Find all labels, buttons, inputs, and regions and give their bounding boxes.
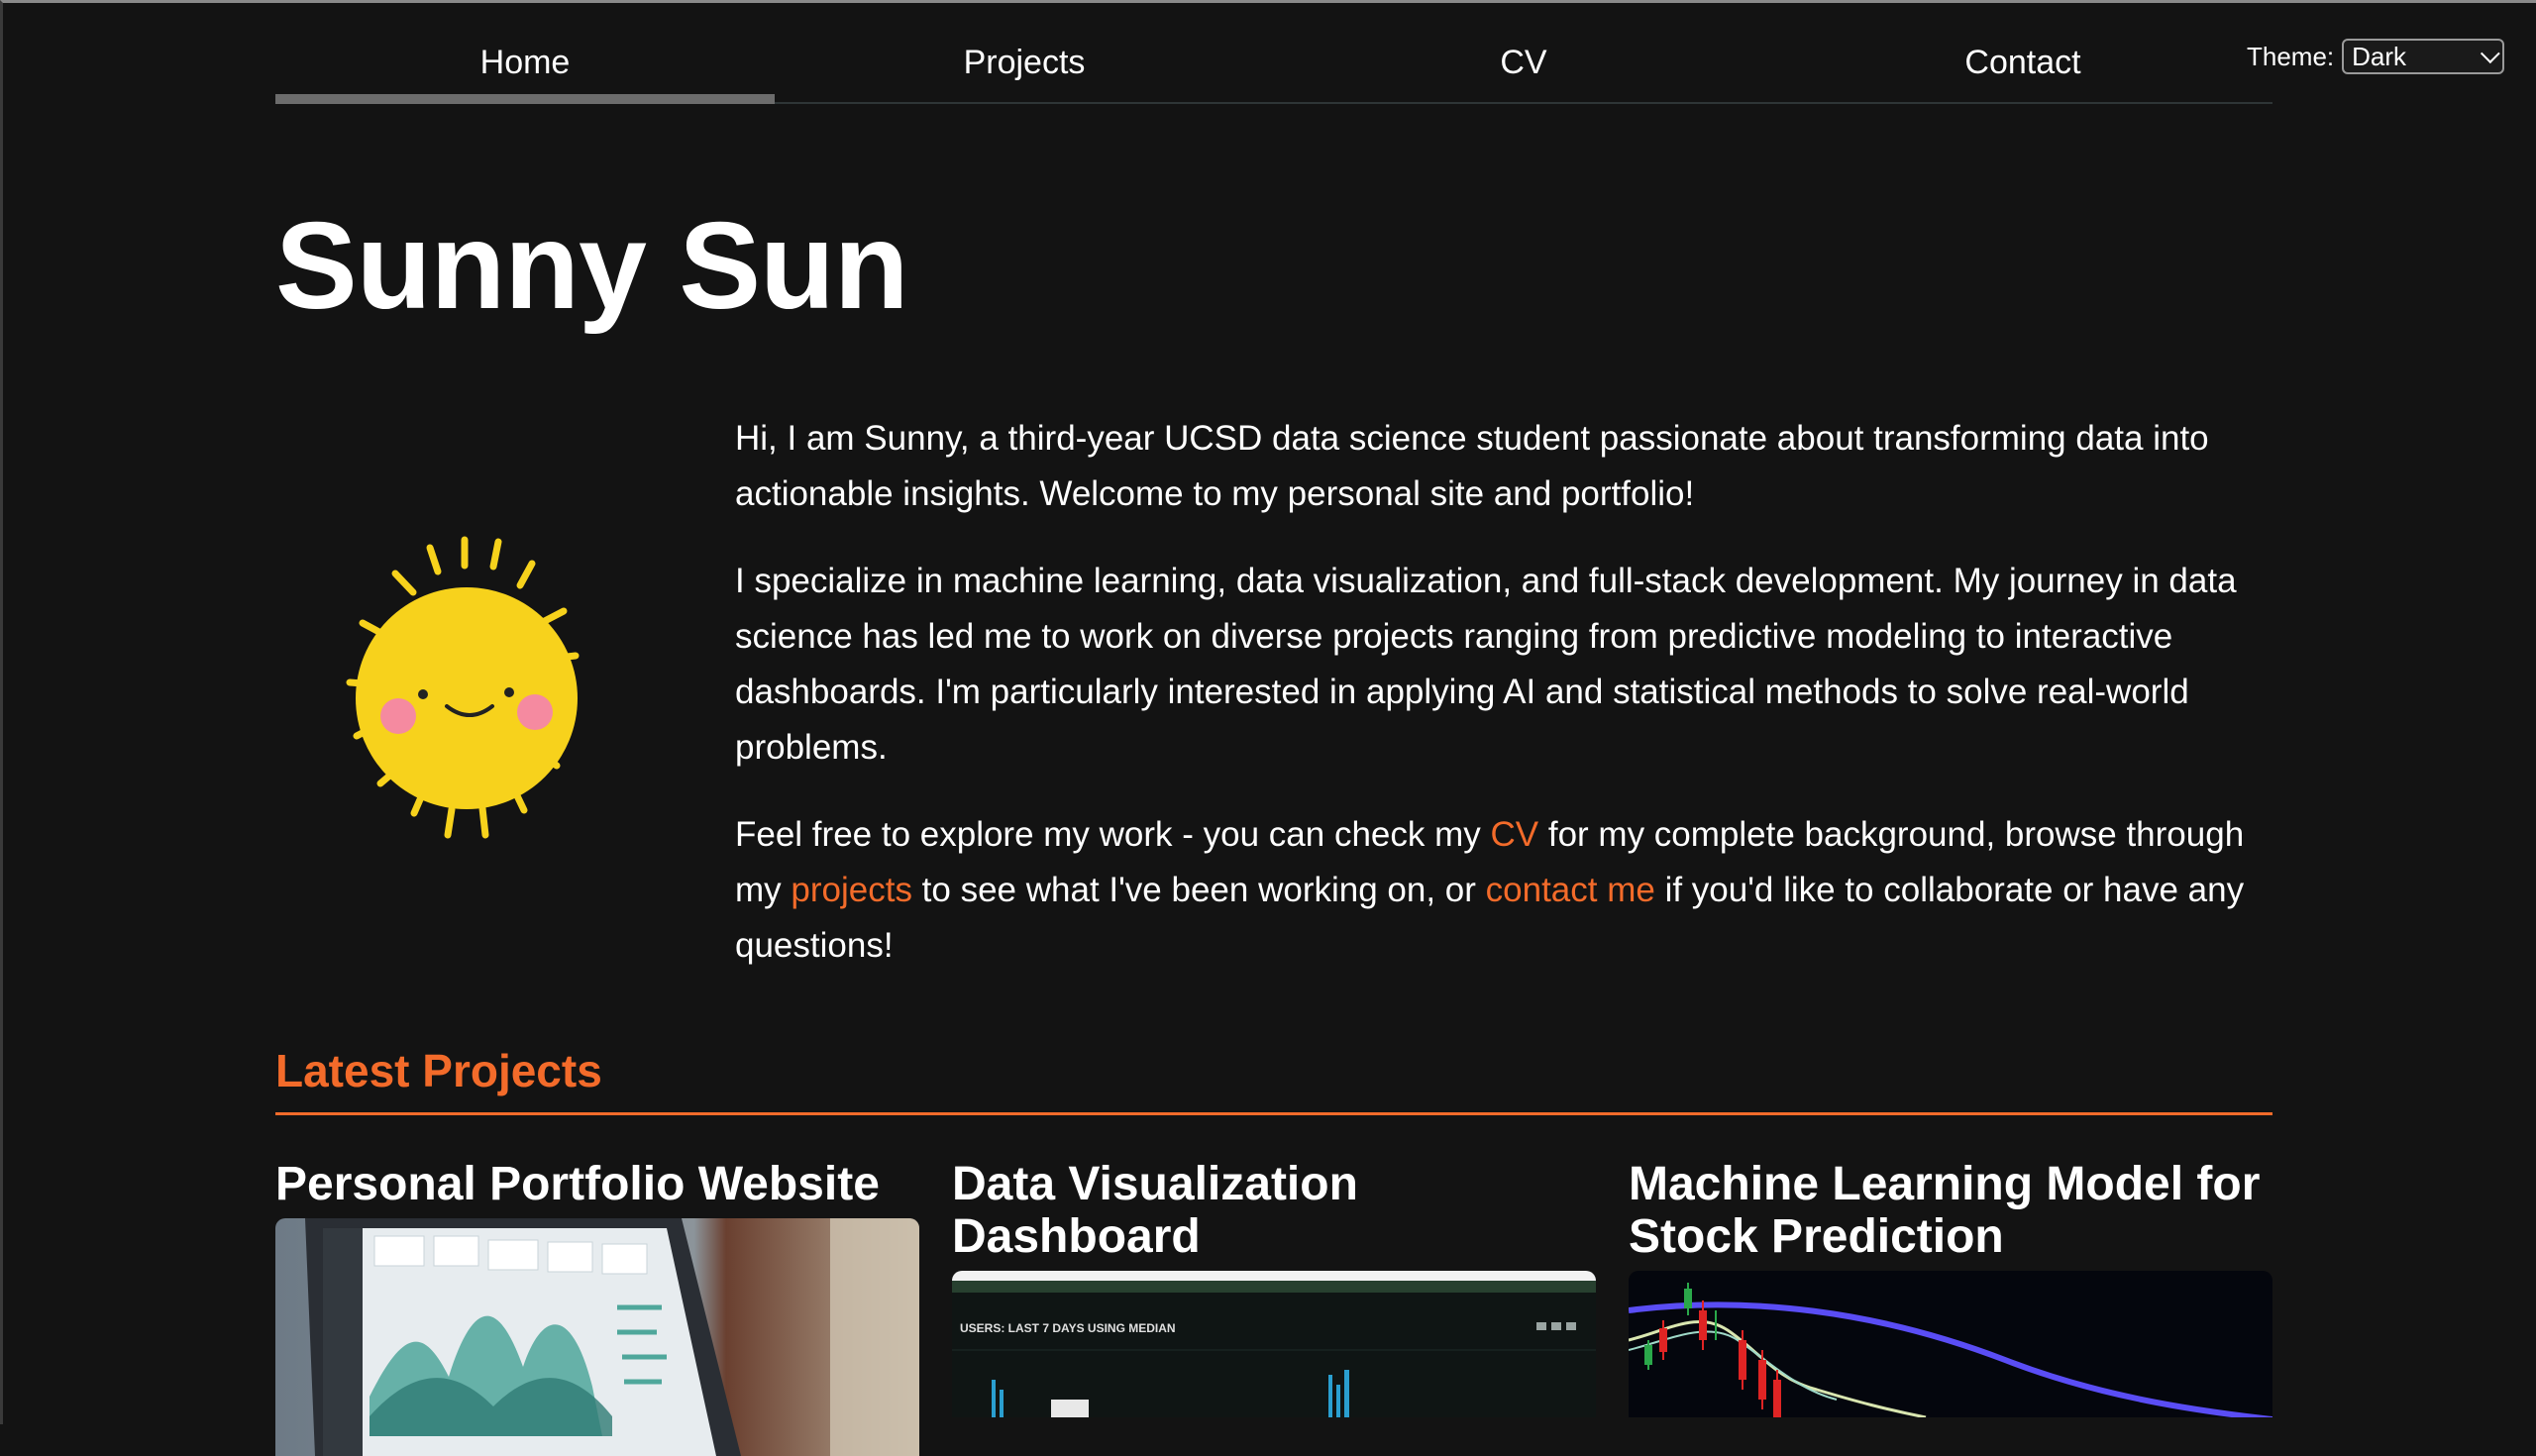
theme-label: Theme: [2247, 41, 2335, 71]
nav-contact[interactable]: Contact [1773, 3, 2272, 102]
intro-text: Hi, I am Sunny, a third-year UCSD data s… [735, 411, 2280, 1005]
project-card[interactable]: Personal Portfolio Website [275, 1158, 919, 1456]
theme-select[interactable]: Dark [2342, 39, 2505, 74]
project-card[interactable]: Data Visualization Dashboard USERS: LAST… [952, 1158, 1596, 1417]
page-container: Home Projects CV Contact Sunny Sun Hi, I… [275, 3, 2272, 1456]
project-card[interactable]: Machine Learning Model for Stock Predict… [1629, 1158, 2272, 1417]
sun-right-cheek [517, 694, 553, 730]
theme-switcher: Theme: Dark [2247, 39, 2505, 74]
sun-left-eye [418, 689, 428, 699]
contact-link[interactable]: contact me [1486, 871, 1655, 909]
intro-text-segment: to see what I've been working on, or [911, 871, 1486, 909]
project-title[interactable]: Personal Portfolio Website [275, 1158, 919, 1210]
project-thumbnail[interactable]: USERS: LAST 7 DAYS USING MEDIAN [952, 1271, 1596, 1417]
latest-projects-heading: Latest Projects [275, 1037, 2272, 1115]
projects-link[interactable]: projects [791, 871, 912, 909]
intro-text-segment: Feel free to explore my work - you can c… [735, 815, 1491, 854]
intro-paragraph-3: Feel free to explore my work - you can c… [735, 807, 2280, 974]
chevron-down-icon [2481, 44, 2500, 64]
project-thumbnail[interactable] [275, 1218, 919, 1456]
svg-text:USERS: LAST 7 DAYS USING MEDIA: USERS: LAST 7 DAYS USING MEDIAN [960, 1321, 1176, 1335]
intro-paragraph-2: I specialize in machine learning, data v… [735, 562, 2237, 767]
theme-selected-value: Dark [2352, 41, 2407, 71]
nav-projects[interactable]: Projects [775, 3, 1274, 102]
nav-home[interactable]: Home [275, 3, 775, 104]
nav-cv[interactable]: CV [1274, 3, 1773, 102]
intro-paragraph-1: Hi, I am Sunny, a third-year UCSD data s… [735, 419, 2209, 513]
sun-left-cheek [380, 698, 416, 734]
top-navigation: Home Projects CV Contact [275, 3, 2272, 104]
page-title: Sunny Sun [275, 198, 909, 335]
project-thumbnail[interactable] [1629, 1271, 2272, 1417]
cv-link[interactable]: CV [1491, 815, 1539, 854]
project-title[interactable]: Data Visualization Dashboard [952, 1158, 1596, 1263]
sun-right-eye [504, 687, 514, 697]
sun-illustration [346, 536, 580, 839]
project-title[interactable]: Machine Learning Model for Stock Predict… [1629, 1158, 2272, 1263]
